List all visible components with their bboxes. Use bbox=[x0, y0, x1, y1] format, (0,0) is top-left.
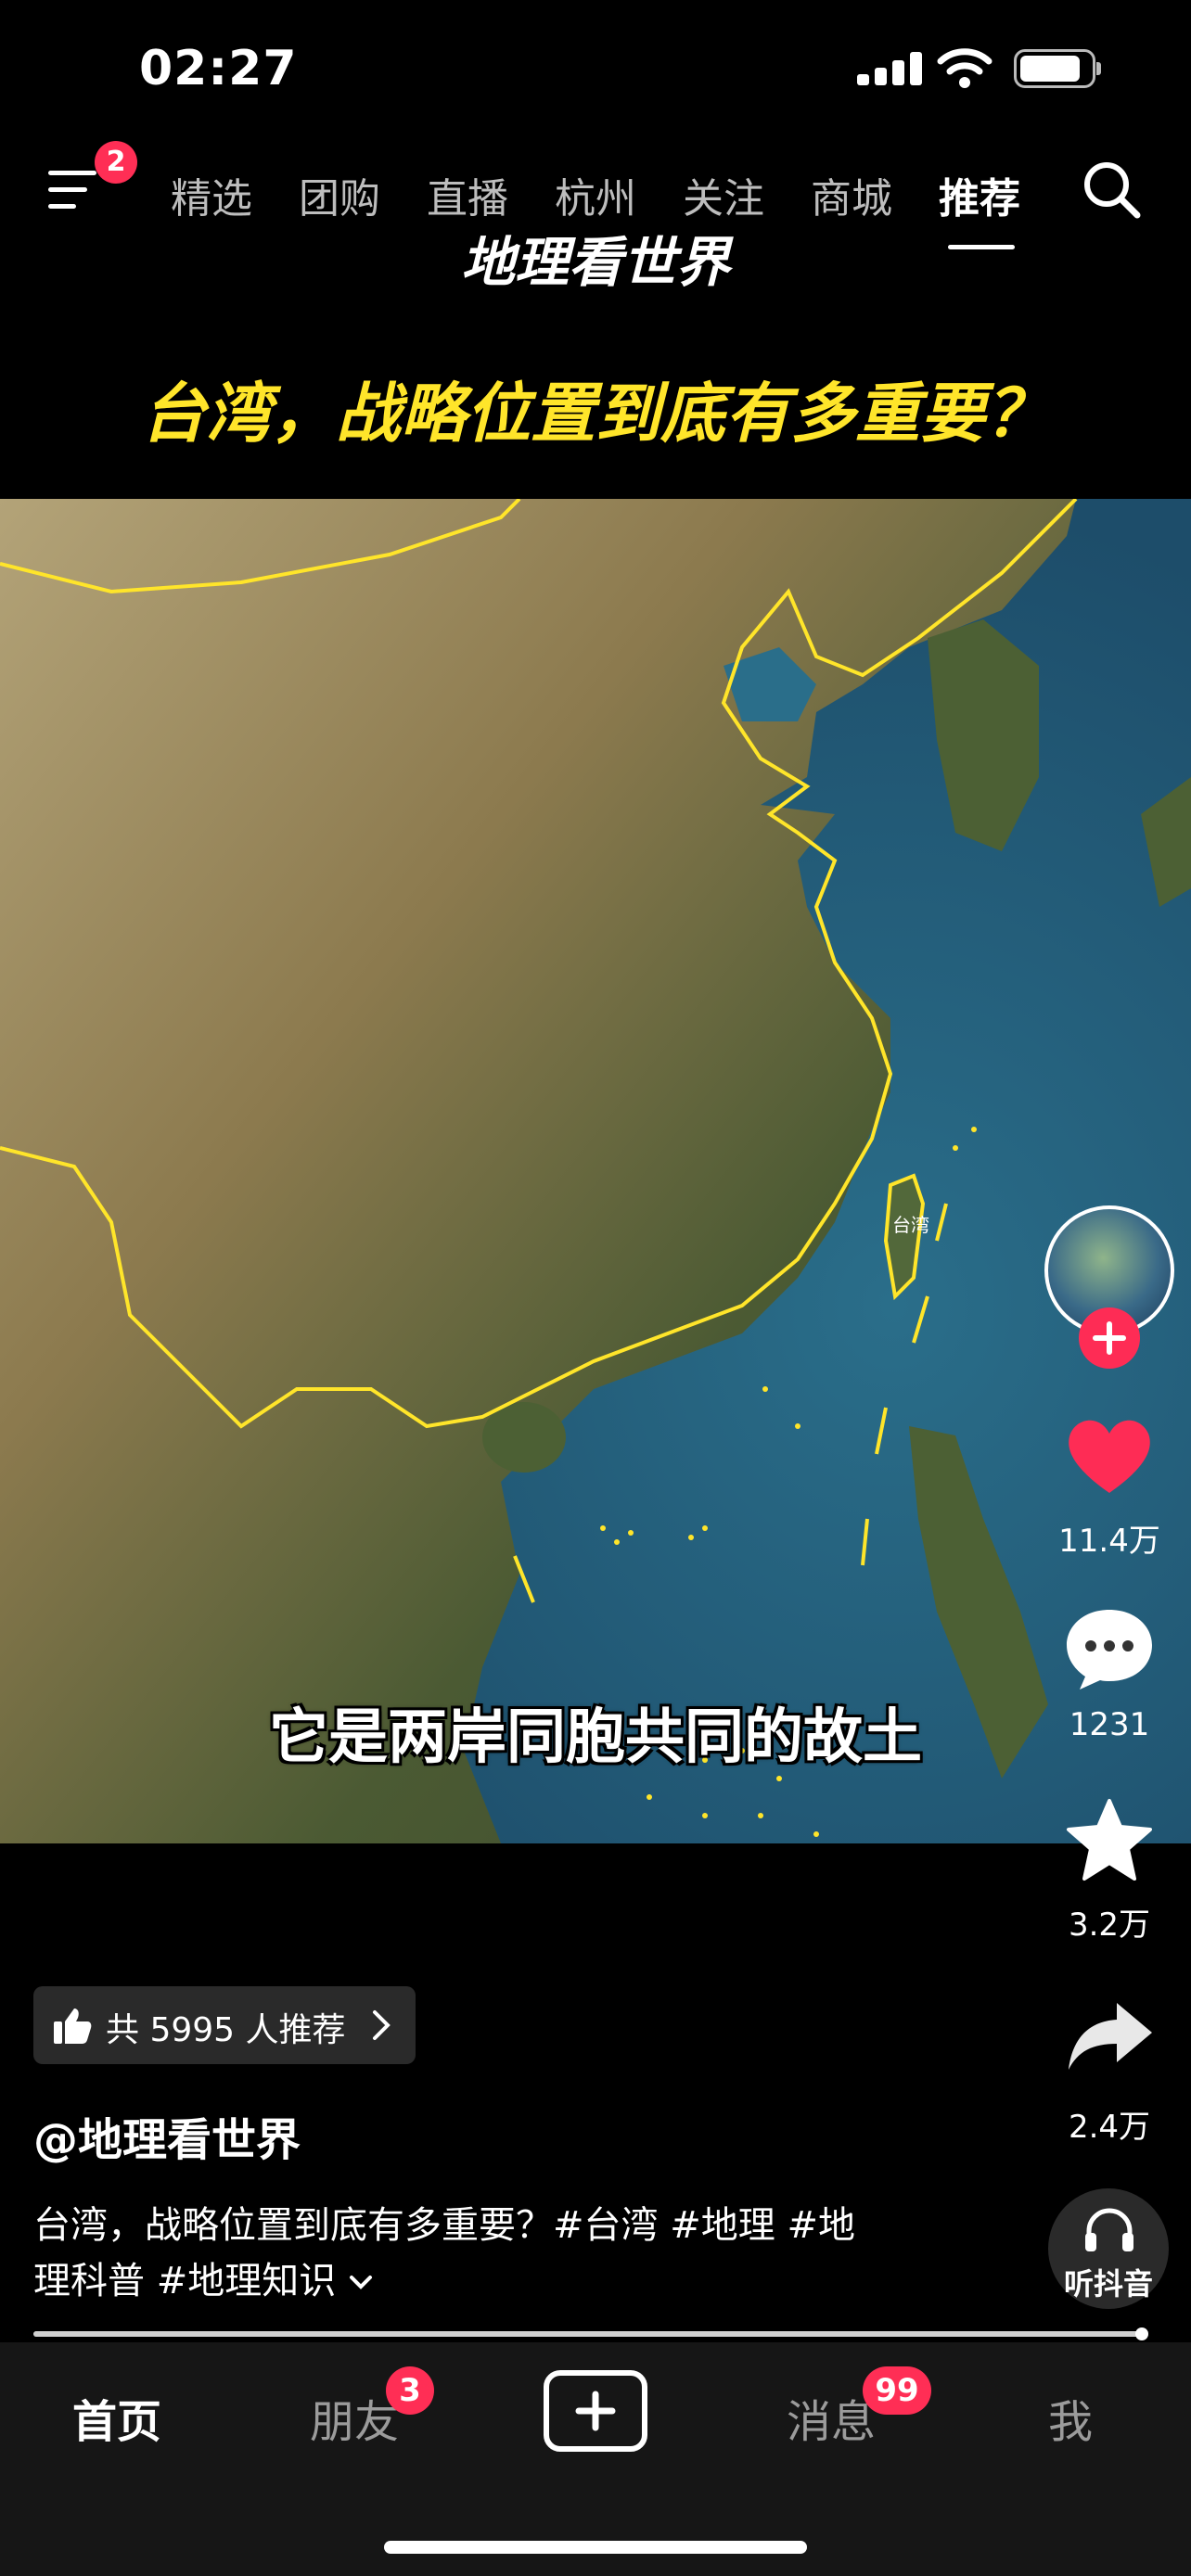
search-icon[interactable] bbox=[1082, 159, 1143, 221]
wifi-icon bbox=[937, 48, 992, 88]
video-progress-bar[interactable] bbox=[33, 2327, 1148, 2340]
comment-count: 1231 bbox=[1069, 1706, 1150, 1743]
like-icon[interactable] bbox=[1063, 1413, 1156, 1497]
menu-button[interactable] bbox=[48, 167, 100, 213]
map-image: 台湾 bbox=[0, 499, 1191, 1843]
favorite-count: 3.2万 bbox=[1068, 1906, 1151, 1944]
listen-label: 听抖音 bbox=[1063, 2266, 1153, 2302]
status-time: 02:27 bbox=[139, 41, 298, 96]
menu-icon bbox=[48, 171, 96, 209]
video-headline: 台湾，战略位置到底有多重要？ bbox=[141, 376, 1050, 452]
tab-live[interactable]: 直播 bbox=[427, 165, 508, 224]
description-line-2: 理科普 #地理知识 bbox=[33, 2253, 970, 2309]
share-icon[interactable] bbox=[1065, 1999, 1154, 2073]
author-name[interactable]: @地理看世界 bbox=[33, 2103, 301, 2168]
home-indicator bbox=[384, 2541, 807, 2554]
channel-watermark: 地理看世界 bbox=[460, 231, 730, 294]
nav-home[interactable]: 首页 bbox=[72, 2385, 161, 2450]
video-subtitle: 它是两岸同胞共同的故土 bbox=[269, 1703, 922, 1772]
create-button[interactable] bbox=[544, 2370, 647, 2452]
video-description[interactable]: 台湾，战略位置到底有多重要？#台湾 #地理 #地 理科普 #地理知识 bbox=[33, 2198, 970, 2309]
tab-following[interactable]: 关注 bbox=[683, 165, 764, 224]
comment-icon[interactable] bbox=[1063, 1604, 1156, 1693]
messages-badge: 99 bbox=[863, 2366, 931, 2415]
listen-button[interactable]: 听抖音 bbox=[1048, 2188, 1169, 2309]
plus-icon bbox=[1093, 1321, 1126, 1355]
video-player[interactable]: 台湾 bbox=[0, 499, 1191, 1843]
plus-icon bbox=[575, 2391, 616, 2431]
battery-icon bbox=[1014, 49, 1101, 88]
menu-badge: 2 bbox=[95, 141, 137, 184]
share-count: 2.4万 bbox=[1068, 2109, 1151, 2146]
recommend-count: 共 5995 人推荐 bbox=[106, 2011, 346, 2049]
friends-badge: 3 bbox=[386, 2366, 434, 2415]
cellular-signal-icon bbox=[857, 52, 922, 85]
map-label-taiwan: 台湾 bbox=[892, 1214, 929, 1236]
recommend-chip[interactable]: 共 5995 人推荐 bbox=[33, 1986, 416, 2064]
like-count: 11.4万 bbox=[1058, 1523, 1160, 1560]
thumbs-up-icon bbox=[54, 2009, 92, 2044]
description-line-1: 台湾，战略位置到底有多重要？#台湾 #地理 #地 bbox=[33, 2204, 855, 2247]
tab-hangzhou[interactable]: 杭州 bbox=[555, 165, 636, 224]
favorite-star-icon[interactable] bbox=[1065, 1797, 1154, 1882]
expand-chevron-icon[interactable] bbox=[348, 2274, 374, 2292]
tab-mall[interactable]: 商城 bbox=[811, 165, 892, 224]
tab-featured[interactable]: 精选 bbox=[171, 165, 252, 224]
follow-button[interactable] bbox=[1079, 1307, 1140, 1369]
nav-me[interactable]: 我 bbox=[1048, 2385, 1093, 2450]
tab-group-buy[interactable]: 团购 bbox=[299, 165, 380, 224]
tab-recommended[interactable]: 推荐 bbox=[939, 165, 1020, 224]
headphones-icon bbox=[1085, 2208, 1133, 2251]
chevron-right-icon bbox=[373, 2010, 391, 2040]
progress-handle[interactable] bbox=[1135, 2327, 1148, 2340]
